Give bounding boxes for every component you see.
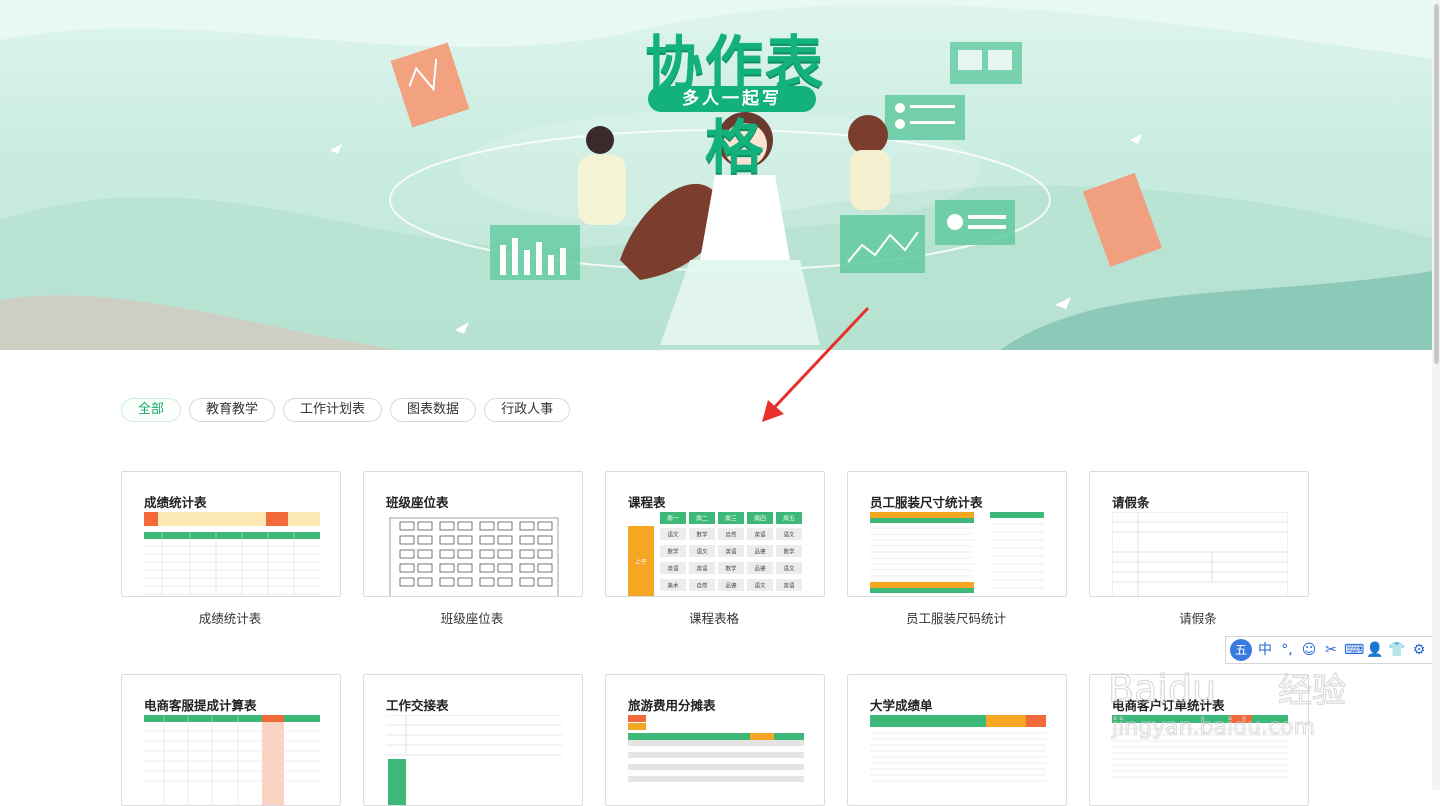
schedule-cell-text: 数学 [696,531,708,539]
template-card-title: 请假条 [1112,495,1150,510]
template-thumbnail [144,512,320,596]
schedule-cell-text: 语文 [696,548,708,556]
ime-keyboard-icon[interactable]: ⌨ [1344,641,1364,659]
template-card-uniform-size[interactable]: 员工服装尺寸统计表 [847,471,1067,597]
ime-toolbar: 五 中 °, ☺ ✂ ⌨ 👤 👕 ⚙ [1225,636,1439,664]
schedule-day-label: 周五 [783,516,795,523]
template-thumbnail [870,512,1044,593]
schedule-cell-text: 数学 [725,565,737,573]
template-card-title: 成绩统计表 [144,495,207,510]
ime-chinese-mode-icon[interactable]: 中 [1256,641,1274,659]
template-card-seating-chart[interactable]: 班级座位表 [363,471,583,597]
template-card-title: 工作交接表 [386,698,449,713]
schedule-day-label: 周四 [754,516,766,523]
template-card-travel-cost[interactable]: 旅游费用分摊表 [605,674,825,806]
template-thumbnail [628,715,804,782]
schedule-cell-text: 英语 [725,548,737,556]
schedule-cell-text: 自然 [725,531,737,539]
schedule-cell-text: 语文 [667,531,679,539]
filter-chart-data[interactable]: 图表数据 [390,398,477,422]
filter-education[interactable]: 教育教学 [189,398,276,422]
filter-all[interactable]: 全部 [121,398,182,422]
baidu-jingyan-watermark: Baidu 经验 jingyan.baidu.com [1108,666,1347,740]
schedule-cell-text: 品德 [754,565,766,573]
template-caption[interactable]: 班级座位表 [362,608,582,627]
watermark-product: 经验 [1278,671,1346,711]
schedule-cell-text: 自然 [696,582,708,590]
template-card-title: 员工服装尺寸统计表 [870,495,983,510]
filter-work-plan[interactable]: 工作计划表 [283,398,383,422]
schedule-cell-text: 品德 [725,582,737,590]
page-scrollbar[interactable] [1432,0,1440,790]
template-card-grade-stats[interactable]: 成绩统计表 [121,471,341,597]
template-card-title: 电商客服提成计算表 [144,698,257,713]
template-thumbnail [870,715,1046,782]
schedule-period-label: 上午 [635,558,647,566]
template-thumbnail [386,715,562,805]
template-card-ecommerce-commission[interactable]: 电商客服提成计算表 [121,674,341,806]
ime-skin-icon[interactable]: 👕 [1388,641,1406,659]
scrollbar-thumb[interactable] [1434,4,1439,364]
template-thumbnail [144,715,320,805]
ime-emoji-icon[interactable]: ☺ [1300,641,1318,659]
schedule-cell-text: 美术 [667,582,679,590]
schedule-cell-text: 语文 [783,531,795,539]
ime-screenshot-icon[interactable]: ✂ [1322,641,1340,659]
template-caption[interactable]: 课程表格 [604,608,824,627]
schedule-cell-text: 数学 [667,548,679,556]
schedule-cell-text: 英语 [754,531,766,539]
schedule-cell-text: 英语 [783,582,795,590]
template-thumbnail [389,517,559,596]
template-card-class-schedule[interactable]: 课程表 周一 周二 周三 周四 周五 上午 语文 数学 自然 英语 语文 数学 语文 英语 品德 数学 英语 英语… [605,471,825,597]
schedule-cell-text: 英语 [667,565,679,573]
banner-subtitle: 多人一起写 [648,86,816,112]
schedule-day-label: 周二 [696,516,708,523]
template-card-leave-request[interactable]: 请假条 [1089,471,1309,597]
ime-punctuation-icon[interactable]: °, [1278,641,1296,659]
template-caption[interactable]: 请假条 [1088,608,1308,627]
schedule-cell-text: 品德 [754,548,766,556]
schedule-cell-text: 英语 [696,565,708,573]
template-caption[interactable]: 员工服装尺码统计 [846,608,1066,627]
template-card-title: 大学成绩单 [870,698,933,713]
schedule-day-label: 周一 [667,516,679,523]
watermark-brand: Baidu [1108,667,1216,711]
watermark-url: jingyan.baidu.com [1111,715,1315,740]
category-filter-bar: 全部 教育教学 工作计划表 图表数据 行政人事 [121,398,571,422]
schedule-cell-text: 语文 [754,582,766,590]
template-card-work-handover[interactable]: 工作交接表 [363,674,583,806]
template-card-university-transcript[interactable]: 大学成绩单 [847,674,1067,806]
template-thumbnail: 周一 周二 周三 周四 周五上午语文 数学 自然 英语 语文数学 语文 英语 品德 数学英语 英语 数学 品德… [628,512,802,596]
ime-logo-icon[interactable]: 五 [1230,639,1252,661]
ime-user-icon[interactable]: 👤 [1366,641,1384,659]
template-card-title: 班级座位表 [386,495,449,510]
hero-banner: 协作表格 多人一起写 [0,0,1440,350]
template-caption[interactable]: 成绩统计表 [120,608,340,627]
schedule-day-label: 周三 [725,516,737,523]
schedule-cell-text: 数学 [783,548,795,556]
filter-admin-hr[interactable]: 行政人事 [484,398,571,422]
schedule-cell-text: 语文 [783,565,795,573]
ime-settings-icon[interactable]: ⚙ [1410,641,1428,659]
template-card-title: 课程表 [628,495,666,510]
template-thumbnail [1112,512,1288,596]
template-card-title: 旅游费用分摊表 [628,698,716,713]
